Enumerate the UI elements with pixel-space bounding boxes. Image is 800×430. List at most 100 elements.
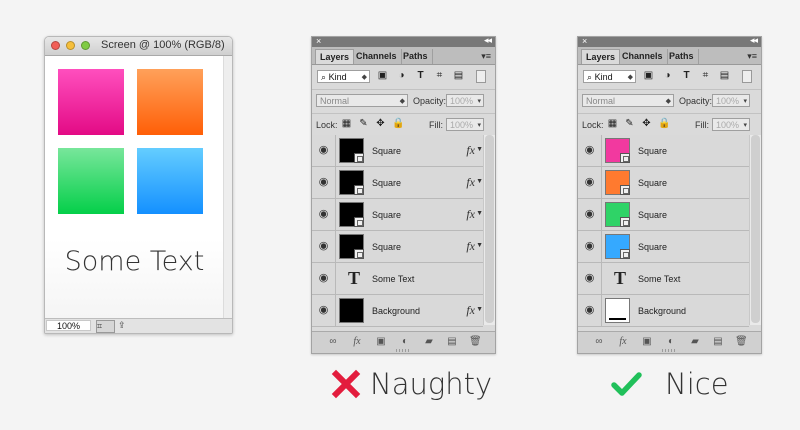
kind-filter-select[interactable]: ⌕ Kind ◆: [583, 70, 636, 83]
eye-icon[interactable]: ◉: [312, 167, 336, 198]
new-layer-icon[interactable]: ▤: [446, 336, 458, 348]
tab-layers[interactable]: Layers: [581, 49, 621, 64]
layers-scrollbar[interactable]: [749, 135, 761, 325]
filter-toggle-icon[interactable]: [742, 70, 752, 83]
mask-icon[interactable]: ▣: [375, 336, 387, 348]
eye-icon[interactable]: ◉: [578, 231, 602, 262]
layer-row[interactable]: ◉ Square: [578, 135, 749, 167]
tab-channels[interactable]: Channels: [352, 49, 402, 64]
panel-menu-icon[interactable]: ▾≡: [747, 51, 757, 62]
tab-paths[interactable]: Paths: [665, 49, 699, 64]
resize-grip-icon[interactable]: [662, 349, 677, 352]
eye-icon[interactable]: ◉: [312, 199, 336, 230]
chevron-down-icon[interactable]: ▼: [476, 306, 483, 313]
new-layer-icon[interactable]: ▤: [712, 336, 724, 348]
close-window-icon[interactable]: [51, 41, 60, 50]
layer-row[interactable]: ◉ Square fx ▼: [312, 167, 483, 199]
close-panel-icon[interactable]: ×: [582, 37, 587, 46]
eye-icon[interactable]: ◉: [578, 199, 602, 230]
chevron-down-icon[interactable]: ▼: [476, 178, 483, 185]
lock-position-icon[interactable]: ✥: [641, 118, 652, 129]
smart-object-filter-icon[interactable]: ▤: [719, 70, 730, 81]
zoom-level-field[interactable]: 100%: [46, 320, 91, 331]
lock-all-icon[interactable]: 🔒: [658, 118, 670, 129]
chevron-down-icon[interactable]: ▼: [476, 210, 483, 217]
layer-row[interactable]: ◉ Square fx ▼: [312, 199, 483, 231]
filter-toggle-icon[interactable]: [476, 70, 486, 83]
fx-icon[interactable]: fx: [466, 303, 475, 318]
pixel-filter-icon[interactable]: ▣: [377, 70, 388, 81]
lock-image-pixels-icon[interactable]: ✎: [624, 118, 635, 129]
layer-row[interactable]: ◉ T Some Text: [312, 263, 483, 295]
lock-image-pixels-icon[interactable]: ✎: [358, 118, 369, 129]
folder-icon[interactable]: ▰: [423, 336, 435, 348]
layer-row[interactable]: ◉ Square: [578, 199, 749, 231]
adjustment-icon[interactable]: ◐: [399, 336, 411, 348]
lock-transparent-pixels-icon[interactable]: ▦: [341, 118, 352, 129]
fx-icon[interactable]: fx: [466, 175, 475, 190]
eye-icon[interactable]: ◉: [312, 263, 336, 294]
fill-field[interactable]: 100% ▾: [712, 118, 750, 131]
resize-grip-icon[interactable]: [396, 349, 411, 352]
trash-icon[interactable]: 🗑: [469, 336, 482, 348]
opacity-field[interactable]: 100% ▾: [712, 94, 750, 107]
layer-row[interactable]: ◉ Background fx ▼: [312, 295, 483, 327]
adjustment-filter-icon[interactable]: ◑: [396, 70, 407, 81]
document-vertical-scrollbar[interactable]: [223, 56, 232, 318]
layer-row[interactable]: ◉ Square fx ▼: [312, 135, 483, 167]
blend-mode-select[interactable]: Normal ◆: [582, 94, 674, 107]
share-icon[interactable]: ⇪: [118, 320, 128, 331]
panel-menu-icon[interactable]: ▾≡: [481, 51, 491, 62]
minimize-window-icon[interactable]: [66, 41, 75, 50]
kind-filter-select[interactable]: ⌕ Kind ◆: [317, 70, 370, 83]
eye-icon[interactable]: ◉: [578, 295, 602, 326]
eye-icon[interactable]: ◉: [578, 167, 602, 198]
scrollbar-thumb[interactable]: [751, 135, 760, 323]
shape-filter-icon[interactable]: ⌗: [434, 70, 445, 81]
text-filter-icon[interactable]: T: [681, 70, 692, 81]
collapse-panel-icon[interactable]: ◂◂: [750, 37, 758, 46]
lock-all-icon[interactable]: 🔒: [392, 118, 404, 129]
layer-row[interactable]: ◉ Background: [578, 295, 749, 327]
fill-field[interactable]: 100% ▾: [446, 118, 484, 131]
zoom-window-icon[interactable]: [81, 41, 90, 50]
shape-filter-icon[interactable]: ⌗: [700, 70, 711, 81]
layer-row[interactable]: ◉ T Some Text: [578, 263, 749, 295]
eye-icon[interactable]: ◉: [312, 295, 336, 326]
scrollbar-thumb[interactable]: [485, 135, 494, 323]
link-icon[interactable]: ∞: [593, 336, 605, 348]
adjustment-icon[interactable]: ◐: [665, 336, 677, 348]
chevron-down-icon[interactable]: ▼: [476, 146, 483, 153]
trash-icon[interactable]: 🗑: [735, 336, 748, 348]
eye-icon[interactable]: ◉: [312, 231, 336, 262]
eye-icon[interactable]: ◉: [578, 263, 602, 294]
link-icon[interactable]: ∞: [327, 336, 339, 348]
opacity-field[interactable]: 100% ▾: [446, 94, 484, 107]
adjustment-filter-icon[interactable]: ◑: [662, 70, 673, 81]
text-filter-icon[interactable]: T: [415, 70, 426, 81]
close-panel-icon[interactable]: ×: [316, 37, 321, 46]
mask-icon[interactable]: ▣: [641, 336, 653, 348]
tab-paths[interactable]: Paths: [399, 49, 433, 64]
fx-icon[interactable]: fx: [466, 143, 475, 158]
eye-icon[interactable]: ◉: [578, 135, 602, 166]
layers-scrollbar[interactable]: [483, 135, 495, 325]
blend-mode-select[interactable]: Normal ◆: [316, 94, 408, 107]
layer-row[interactable]: ◉ Square: [578, 231, 749, 263]
folder-icon[interactable]: ▰: [689, 336, 701, 348]
document-canvas[interactable]: Some Text: [45, 56, 224, 318]
status-info-icon[interactable]: ⌗: [96, 320, 115, 333]
chevron-down-icon[interactable]: ▼: [476, 242, 483, 249]
fx-icon[interactable]: fx: [351, 336, 363, 348]
eye-icon[interactable]: ◉: [312, 135, 336, 166]
lock-position-icon[interactable]: ✥: [375, 118, 386, 129]
collapse-panel-icon[interactable]: ◂◂: [484, 37, 492, 46]
lock-transparent-pixels-icon[interactable]: ▦: [607, 118, 618, 129]
tab-layers[interactable]: Layers: [315, 49, 355, 64]
tab-channels[interactable]: Channels: [618, 49, 668, 64]
fx-icon[interactable]: fx: [466, 207, 475, 222]
layer-row[interactable]: ◉ Square fx ▼: [312, 231, 483, 263]
fx-icon[interactable]: fx: [466, 239, 475, 254]
layer-row[interactable]: ◉ Square: [578, 167, 749, 199]
fx-icon[interactable]: fx: [617, 336, 629, 348]
